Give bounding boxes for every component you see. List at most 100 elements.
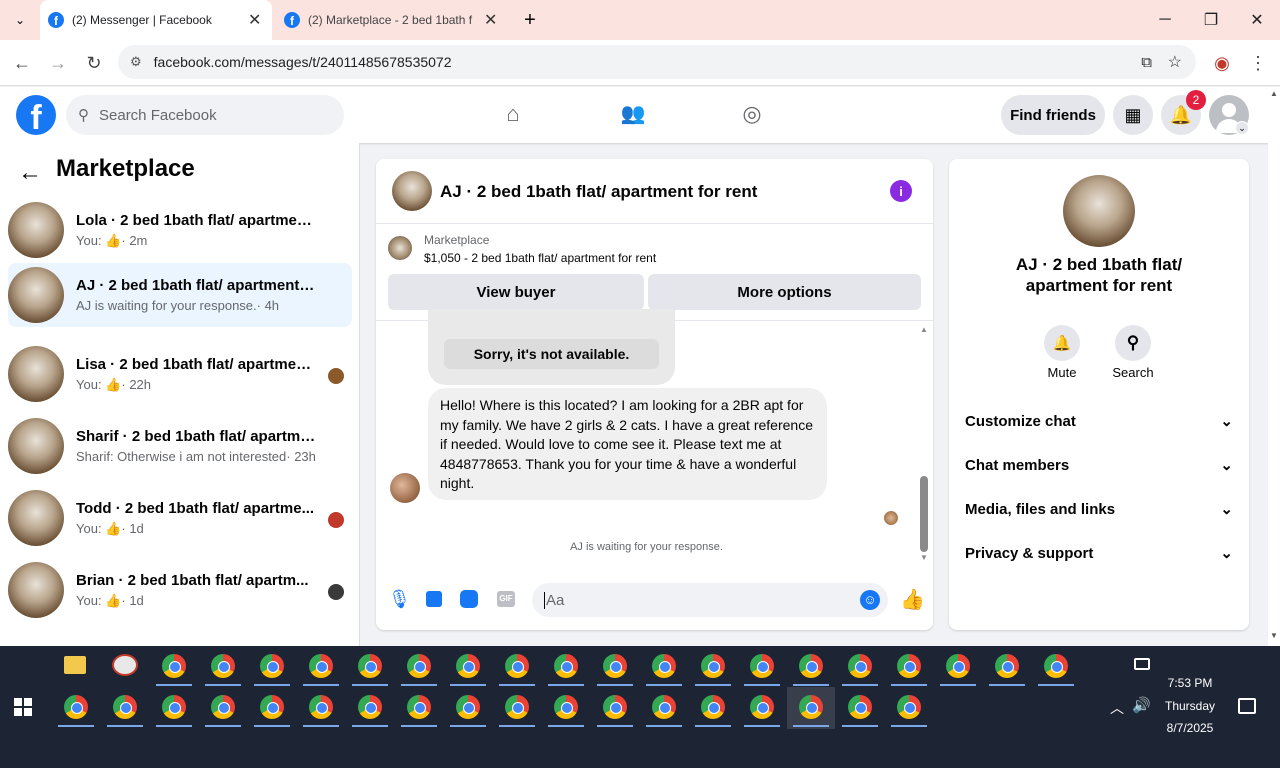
install-app-icon[interactable]: ⧉ [1141,54,1152,71]
notification-center-icon[interactable] [1238,698,1256,714]
page-scrollbar[interactable]: ▲ ▼ [1268,87,1280,646]
chrome-window-icon[interactable] [799,695,823,719]
close-tab-icon[interactable]: ✕ [484,10,497,30]
chrome-window-icon[interactable] [407,654,431,678]
forward-icon[interactable]: → [46,51,70,75]
section-privacy-support[interactable]: Privacy & support ⌄ [965,531,1233,575]
conversation-item-todd[interactable]: Todd · 2 bed 1bath flat/ apartme... You:… [8,486,352,550]
chrome-window-icon[interactable] [309,695,333,719]
search-label[interactable]: Search [1106,365,1160,380]
message-input[interactable]: Aa ☺ [532,583,888,617]
clock-day[interactable]: Thursday [1150,699,1230,713]
chrome-window-icon[interactable] [456,654,480,678]
find-friends-button[interactable]: Find friends [1001,95,1105,135]
more-options-button[interactable]: More options [648,274,921,310]
network-icon[interactable] [1134,658,1150,670]
chrome-window-icon[interactable] [407,695,431,719]
chrome-window-icon[interactable] [309,654,333,678]
tab-marketplace[interactable]: f (2) Marketplace - 2 bed 1bath f ✕ [276,0,508,40]
chrome-window-icon[interactable] [260,654,284,678]
message-bubble[interactable]: Hello! Where is this located? I am looki… [428,388,827,500]
chrome-window-icon[interactable] [701,654,725,678]
volume-icon[interactable]: 🔊 [1132,696,1151,714]
close-window-icon[interactable]: ✕ [1234,0,1280,40]
account-avatar[interactable]: ⌄ [1209,95,1249,135]
reload-icon[interactable]: ↻ [82,51,106,75]
minimize-icon[interactable]: ─ [1142,0,1188,40]
conversation-item-brian[interactable]: Brian · 2 bed 1bath flat/ apartm... You:… [8,558,352,622]
quick-reply-option[interactable]: Sorry, it's not available. [444,339,659,369]
chrome-window-icon[interactable] [113,695,137,719]
site-info-icon[interactable]: ⚙ [130,54,142,70]
tab-messenger[interactable]: f (2) Messenger | Facebook ✕ [40,0,272,40]
microphone-icon[interactable]: 🎙 [388,589,411,611]
browser-menu-icon[interactable]: ⋮ [1246,51,1270,75]
profile-icon[interactable]: ◉ [1210,51,1234,75]
chrome-window-icon[interactable] [603,695,627,719]
restore-icon[interactable]: ❐ [1188,0,1234,40]
bookmark-star-icon[interactable]: ☆ [1168,52,1182,72]
section-chat-members[interactable]: Chat members ⌄ [965,443,1233,487]
chrome-window-icon[interactable] [848,654,872,678]
facebook-logo-icon[interactable]: f [16,95,56,135]
home-icon[interactable]: ⌂ [498,101,528,129]
tab-search-icon[interactable]: ⌄ [8,8,32,32]
message-scrollbar[interactable]: ▲ ▼ [918,323,930,565]
clock-date[interactable]: 8/7/2025 [1150,721,1230,735]
chrome-window-icon[interactable] [505,654,529,678]
mute-label[interactable]: Mute [1035,365,1089,380]
chrome-window-icon[interactable] [456,695,480,719]
friends-icon[interactable]: 👥 [618,101,648,129]
file-explorer-icon[interactable] [64,656,86,674]
listing-title[interactable]: $1,050 - 2 bed 1bath flat/ apartment for… [424,251,656,265]
facebook-search-input[interactable]: ⚲ Search Facebook [66,95,344,135]
chrome-window-icon[interactable] [162,654,186,678]
clock-time[interactable]: 7:53 PM [1150,676,1230,690]
chrome-window-icon[interactable] [799,654,823,678]
show-hidden-icons-icon[interactable]: ︿ [1110,698,1124,718]
chrome-window-icon[interactable] [603,654,627,678]
conversation-item-sharif[interactable]: Sharif · 2 bed 1bath flat/ apartmen... S… [8,414,352,478]
chrome-window-icon[interactable] [162,695,186,719]
mute-bell-icon[interactable]: 🔔 [1044,325,1080,361]
groups-icon[interactable]: ◎ [737,101,767,129]
search-conversation-icon[interactable]: ⚲ [1115,325,1151,361]
chrome-window-icon[interactable] [652,654,676,678]
paint-icon[interactable] [112,654,138,676]
chrome-window-icon[interactable] [946,654,970,678]
menu-grid-icon[interactable]: ▦ [1113,95,1153,135]
chrome-window-icon[interactable] [848,695,872,719]
chrome-window-icon[interactable] [897,695,921,719]
chrome-window-icon[interactable] [505,695,529,719]
photo-icon[interactable] [426,591,442,607]
chrome-window-icon[interactable] [897,654,921,678]
back-icon[interactable]: ← [10,51,34,75]
like-thumbs-up-icon[interactable]: 👍 [900,587,925,611]
url-bar[interactable]: ⚙ facebook.com/messages/t/24011485678535… [118,45,1196,79]
scrollbar-thumb[interactable] [920,476,928,552]
chrome-window-icon[interactable] [554,654,578,678]
view-buyer-button[interactable]: View buyer [388,274,644,310]
new-tab-icon[interactable]: + [518,8,542,32]
emoji-icon[interactable]: ☺ [860,590,880,610]
chrome-window-icon[interactable] [701,695,725,719]
chrome-window-icon[interactable] [750,695,774,719]
section-customize-chat[interactable]: Customize chat ⌄ [965,399,1233,443]
windows-start-icon[interactable] [14,698,32,716]
chrome-window-icon[interactable] [358,654,382,678]
chrome-window-icon[interactable] [358,695,382,719]
chat-title[interactable]: AJ · 2 bed 1bath flat/ apartment for ren… [440,182,757,202]
sticker-icon[interactable] [460,590,478,608]
conversation-item-lisa[interactable]: Lisa · 2 bed 1bath flat/ apartmen... You… [8,342,352,406]
chrome-window-icon[interactable] [554,695,578,719]
sender-avatar[interactable] [390,473,420,503]
chrome-window-icon[interactable] [211,654,235,678]
chrome-window-icon[interactable] [64,695,88,719]
info-icon[interactable]: i [890,180,912,202]
chrome-window-icon[interactable] [995,654,1019,678]
chrome-window-icon[interactable] [652,695,676,719]
section-media-files-links[interactable]: Media, files and links ⌄ [965,487,1233,531]
chrome-window-icon[interactable] [211,695,235,719]
chat-avatar[interactable] [392,171,432,211]
info-avatar[interactable] [1063,175,1135,247]
